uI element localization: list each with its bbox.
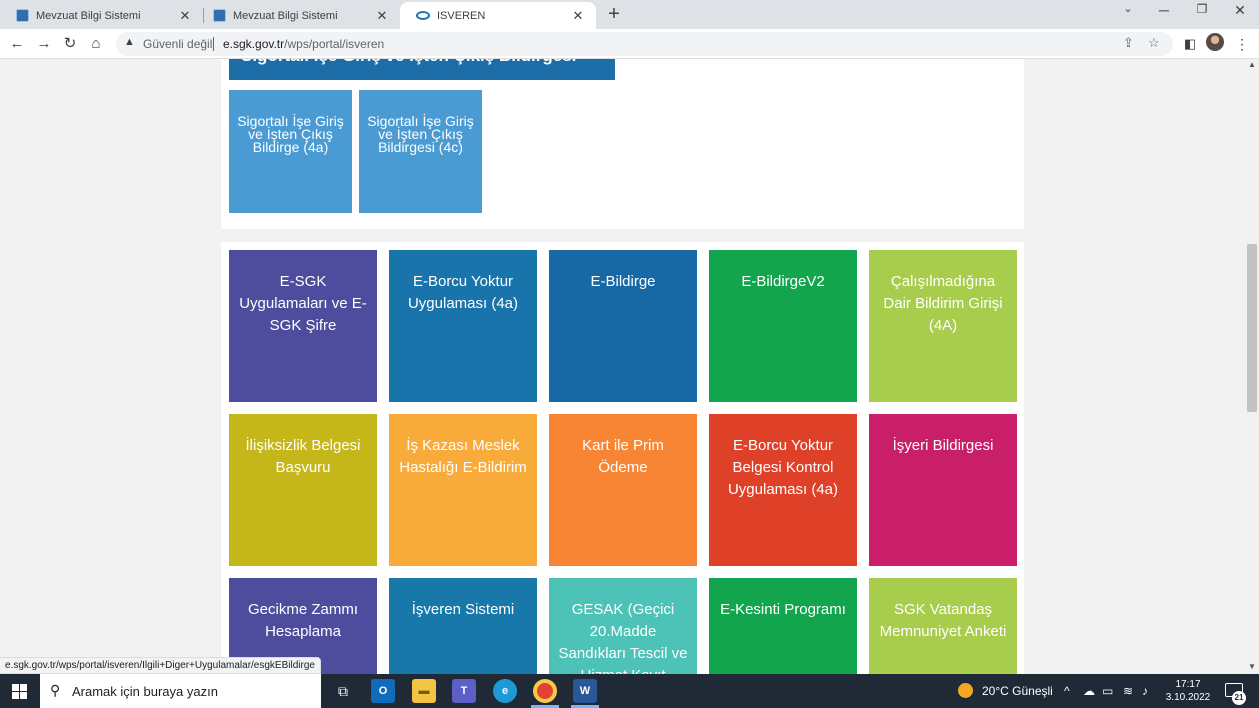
minimize-button[interactable]: ─ — [1152, 2, 1176, 18]
side-panel-icon[interactable]: ◧ — [1180, 34, 1200, 54]
windows-taskbar: ⚲ Aramak için buraya yazın ⧉ O ▬ T e W 2… — [0, 674, 1259, 708]
eye-favicon-icon — [416, 11, 430, 20]
browser-tab-active[interactable]: ISVEREN ✕ — [400, 2, 596, 29]
sgk-favicon-icon — [16, 9, 29, 22]
app-tile[interactable]: İşveren Sistemi — [389, 578, 537, 674]
address-bar[interactable]: ▲ Güvenli değil e.sgk.gov.tr/wps/portal/… — [116, 32, 1173, 56]
warning-triangle-icon[interactable]: ▲ — [124, 36, 135, 48]
profile-avatar[interactable] — [1206, 33, 1224, 51]
app-tile[interactable]: E-Bildirge — [549, 250, 697, 402]
browser-tab-strip: Mevzuat Bilgi Sistemi ✕ Mevzuat Bilgi Si… — [0, 0, 1259, 29]
clock-time: 17:17 — [1175, 679, 1201, 690]
home-icon[interactable]: ⌂ — [86, 34, 106, 54]
notification-count: 21 — [1232, 691, 1246, 705]
security-label[interactable]: Güvenli değil — [143, 37, 212, 51]
scroll-down-arrow-icon[interactable]: ▼ — [1247, 662, 1257, 671]
battery-icon[interactable]: ▭ — [1102, 684, 1113, 698]
link-status-bubble: e.sgk.gov.tr/wps/portal/isveren/Ilgili+D… — [0, 657, 321, 674]
page-viewport: Sigortalı İşe Giriş ve İşten Çıkış Bildi… — [0, 59, 1259, 674]
section-header: Sigortalı İşe Giriş ve İşten Çıkış Bildi… — [229, 59, 615, 80]
tab-title: ISVEREN — [437, 9, 486, 22]
tab-title: Mevzuat Bilgi Sistemi — [36, 9, 141, 22]
app-tile[interactable]: E-BildirgeV2 — [709, 250, 857, 402]
page-scrollbar[interactable]: ▲ ▼ — [1245, 59, 1259, 674]
app-tile[interactable]: SGK Vatandaş Memnuniyet Anketi — [869, 578, 1017, 674]
browser-tab-2[interactable]: Mevzuat Bilgi Sistemi ✕ — [197, 2, 400, 29]
tab-title: Mevzuat Bilgi Sistemi — [233, 9, 338, 22]
sgk-favicon-icon — [213, 9, 226, 22]
browser-toolbar: ← → ↻ ⌂ ▲ Güvenli değil e.sgk.gov.tr/wps… — [0, 29, 1259, 59]
close-tab-icon[interactable]: ✕ — [374, 8, 390, 24]
app-tile[interactable]: E-Borcu Yoktur Belgesi Kontrol Uygulamas… — [709, 414, 857, 566]
volume-icon[interactable]: ♪ — [1142, 684, 1148, 698]
edge-icon[interactable]: e — [493, 679, 517, 703]
clock-date: 3.10.2022 — [1165, 692, 1211, 703]
file-explorer-icon[interactable]: ▬ — [412, 679, 436, 703]
app-tile[interactable]: E-Borcu Yoktur Uygulaması (4a) — [389, 250, 537, 402]
app-tile[interactable]: Kart ile Prim Ödeme — [549, 414, 697, 566]
teams-icon[interactable]: T — [452, 679, 476, 703]
close-tab-icon[interactable]: ✕ — [177, 8, 193, 24]
menu-kebab-icon[interactable]: ⋮ — [1232, 34, 1252, 54]
new-tab-button[interactable]: + — [604, 3, 624, 26]
url-path: /wps/portal/isveren — [284, 37, 385, 51]
tab-search-chevron-icon[interactable]: ⌄ — [1116, 2, 1140, 15]
weather-sun-icon[interactable] — [958, 683, 973, 698]
star-icon[interactable]: ☆ — [1148, 35, 1160, 51]
chrome-icon[interactable] — [533, 679, 557, 703]
section-panel: Sigortalı İşe Giriş ve İşten Çıkış Bildi… — [221, 59, 1024, 229]
reload-icon[interactable]: ↻ — [60, 34, 80, 54]
tile-ise-giris-4c[interactable]: Sigortalı İşe Giriş ve İşten Çıkış Bildi… — [359, 90, 482, 213]
app-tile[interactable]: Çalışılmadığına Dair Bildirim Girişi (4A… — [869, 250, 1017, 402]
app-tile[interactable]: E-Kesinti Programı — [709, 578, 857, 674]
search-icon: ⚲ — [50, 682, 61, 698]
windows-start-icon[interactable] — [12, 684, 27, 699]
weather-text[interactable]: 20°C Güneşli — [982, 684, 1053, 698]
scrollbar-thumb[interactable] — [1247, 244, 1257, 412]
url-text[interactable]: e.sgk.gov.tr/wps/portal/isveren — [223, 37, 384, 51]
tile-ise-giris-4a[interactable]: Sigortalı İşe Giriş ve İşten Çıkış Bildi… — [229, 90, 352, 213]
taskbar-clock[interactable]: 17:17 3.10.2022 — [1165, 678, 1211, 704]
word-icon[interactable]: W — [573, 679, 597, 703]
app-tile[interactable]: İş Kazası Meslek Hastalığı E-Bildirim — [389, 414, 537, 566]
outlook-icon[interactable]: O — [371, 679, 395, 703]
url-host: e.sgk.gov.tr — [223, 37, 285, 51]
scroll-up-arrow-icon[interactable]: ▲ — [1247, 60, 1257, 69]
taskbar-search[interactable]: ⚲ Aramak için buraya yazın — [40, 674, 321, 708]
close-window-button[interactable]: ✕ — [1228, 2, 1252, 19]
restore-button[interactable]: ❐ — [1190, 2, 1214, 16]
forward-arrow-icon[interactable]: → — [34, 34, 54, 54]
onedrive-icon[interactable]: ☁ — [1083, 684, 1095, 698]
tray-chevron-icon[interactable]: ^ — [1064, 684, 1070, 698]
app-tile[interactable]: GESAK (Geçici 20.Madde Sandıkları Tescil… — [549, 578, 697, 674]
wifi-icon[interactable]: ≋ — [1123, 684, 1133, 698]
address-divider — [213, 37, 214, 51]
close-tab-icon[interactable]: ✕ — [570, 8, 586, 24]
back-arrow-icon[interactable]: ← — [7, 34, 27, 54]
app-tile[interactable]: İşyeri Bildirgesi — [869, 414, 1017, 566]
app-tile[interactable]: İlişiksizlik Belgesi Başvuru — [229, 414, 377, 566]
task-view-icon[interactable]: ⧉ — [331, 679, 355, 703]
taskbar-search-text: Aramak için buraya yazın — [72, 684, 218, 699]
browser-tab-1[interactable]: Mevzuat Bilgi Sistemi ✕ — [0, 2, 203, 29]
app-tile[interactable]: E-SGK Uygulamaları ve E-SGK Şifre — [229, 250, 377, 402]
share-icon[interactable]: ⇪ — [1123, 35, 1134, 51]
